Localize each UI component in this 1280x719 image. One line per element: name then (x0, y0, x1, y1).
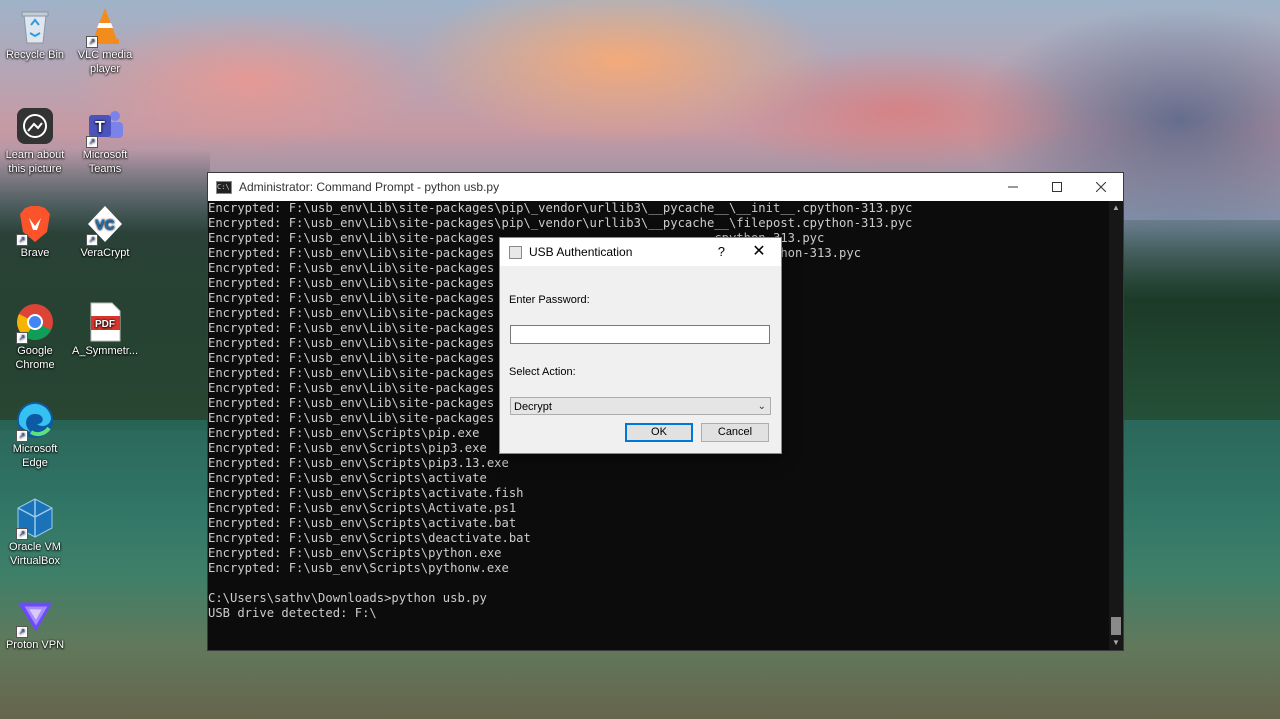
cmd-output-line: Encrypted: F:\usb_env\Scripts\deactivate… (208, 531, 531, 545)
cmd-output-line: C:\Users\sathv\Downloads>python usb.py (208, 591, 487, 605)
protonvpn-icon: ↗ (15, 596, 55, 638)
desktop-icon-label: Oracle VM VirtualBox (9, 541, 61, 567)
close-button[interactable] (1079, 173, 1123, 201)
wallpaper-forest-left (0, 150, 210, 430)
action-selected-value: Decrypt (514, 401, 552, 413)
desktop-icon-recycle-bin[interactable]: Recycle Bin (0, 6, 70, 62)
dialog-title-bar[interactable]: USB Authentication ? ✕ (500, 238, 781, 266)
desktop-icon-label: Brave (20, 247, 50, 259)
action-label: Select Action: (509, 366, 576, 378)
dialog-window-icon (509, 245, 522, 259)
chevron-down-icon: ⌄ (757, 401, 766, 412)
recycle-bin-icon (15, 6, 55, 46)
desktop-icon-label: Microsoft Edge (12, 443, 58, 469)
cmd-scrollbar[interactable]: ▲ ▼ (1109, 201, 1123, 650)
virtualbox-icon: ↗ (15, 498, 55, 540)
desktop-icon-label: Proton VPN (5, 639, 65, 651)
svg-text:T: T (95, 119, 105, 136)
cmd-output-line: USB drive detected: F:\ (208, 606, 377, 620)
desktop-icon-brave[interactable]: ↗ Brave (0, 204, 70, 260)
desktop-icon-edge[interactable]: ↗ Microsoft Edge (0, 400, 70, 470)
dialog-title: USB Authentication (529, 245, 633, 259)
cmd-output-line: Encrypted: F:\usb_env\Scripts\activate.b… (208, 516, 517, 530)
minimize-button[interactable] (991, 173, 1035, 201)
maximize-button[interactable] (1035, 173, 1079, 201)
scroll-thumb[interactable] (1111, 617, 1121, 635)
cmd-output-line: Encrypted: F:\usb_env\Scripts\pythonw.ex… (208, 561, 509, 575)
brave-icon: ↗ (15, 204, 55, 246)
learn-about-picture-icon (15, 106, 55, 146)
svg-text:VC: VC (95, 216, 114, 232)
close-icon (1096, 182, 1106, 192)
ok-button[interactable]: OK (625, 423, 693, 442)
desktop-icon-label: Learn about this picture (5, 149, 65, 175)
help-button[interactable]: ? (718, 238, 725, 266)
teams-icon: T ↗ (85, 106, 125, 148)
desktop-icon-label: VeraCrypt (80, 247, 130, 259)
cmd-output-line: Encrypted: F:\usb_env\Scripts\Activate.p… (208, 501, 517, 515)
cmd-window-title: Administrator: Command Prompt - python u… (239, 180, 500, 194)
desktop-icon-chrome[interactable]: ↗ Google Chrome (0, 302, 70, 372)
desktop-icon-veracrypt[interactable]: VC ↗ VeraCrypt (70, 204, 140, 260)
vlc-icon: ↗ (85, 6, 125, 48)
dialog-close-button[interactable]: ✕ (745, 238, 773, 266)
desktop-icon-label: Google Chrome (15, 345, 55, 371)
desktop-icon-label: Recycle Bin (5, 49, 65, 61)
veracrypt-icon: VC ↗ (85, 204, 125, 246)
cmd-output-line (208, 576, 1109, 591)
scroll-up-icon[interactable]: ▲ (1109, 201, 1123, 215)
password-input[interactable] (510, 325, 770, 344)
cancel-button[interactable]: Cancel (701, 423, 769, 442)
password-label: Enter Password: (509, 294, 590, 306)
action-select[interactable]: Decrypt ⌄ (510, 397, 771, 415)
cmd-output-line: Encrypted: F:\usb_env\Scripts\activate.f… (208, 486, 524, 500)
cmd-output-line: Encrypted: F:\usb_env\Scripts\python.exe (208, 546, 502, 560)
pdf-icon: PDF (85, 302, 125, 342)
cmd-output-line: Encrypted: F:\usb_env\Scripts\pip3.13.ex… (208, 456, 509, 470)
cmd-app-icon: C:\ (216, 180, 232, 194)
desktop-icon-vlc[interactable]: ↗ VLC media player (70, 6, 140, 76)
cmd-title-bar[interactable]: C:\ Administrator: Command Prompt - pyth… (208, 173, 1123, 201)
desktop-icon-label: A_Symmetr... (71, 345, 139, 357)
desktop-icon-protonvpn[interactable]: ↗ Proton VPN (0, 596, 70, 652)
edge-icon: ↗ (15, 400, 55, 442)
chrome-icon: ↗ (15, 302, 55, 344)
minimize-icon (1008, 186, 1018, 188)
wallpaper-forest-right (1120, 220, 1280, 420)
desktop-icon-label: Microsoft Teams (82, 149, 128, 175)
cmd-output-line: Encrypted: F:\usb_env\Lib\site-packages\… (208, 201, 913, 215)
desktop-icon-pdf[interactable]: PDF A_Symmetr... (70, 302, 140, 358)
maximize-icon (1052, 182, 1062, 192)
scroll-down-icon[interactable]: ▼ (1109, 636, 1123, 650)
desktop-icon-label: VLC media player (77, 49, 133, 75)
desktop-icon-learn-about-picture[interactable]: Learn about this picture (0, 106, 70, 176)
desktop-icon-teams[interactable]: T ↗ Microsoft Teams (70, 106, 140, 176)
cmd-output-line: Encrypted: F:\usb_env\Scripts\activate (208, 471, 487, 485)
desktop-icon-virtualbox[interactable]: ↗ Oracle VM VirtualBox (0, 498, 70, 568)
usb-auth-dialog[interactable]: USB Authentication ? ✕ Enter Password: S… (499, 237, 782, 454)
cmd-output-line: Encrypted: F:\usb_env\Lib\site-packages\… (208, 216, 913, 230)
svg-text:PDF: PDF (95, 319, 115, 330)
